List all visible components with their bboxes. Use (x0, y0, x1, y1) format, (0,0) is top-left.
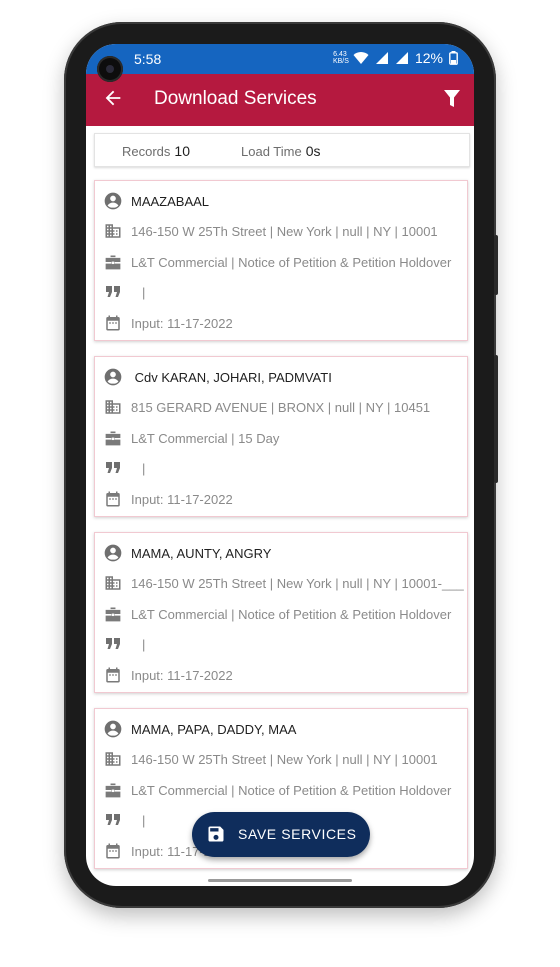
client-name: MAMA, PAPA, DADDY, MAA (131, 721, 297, 737)
building-icon (103, 221, 123, 241)
person-icon (103, 543, 123, 563)
briefcase-icon (103, 604, 123, 624)
input-date: Input: 11-17-2022 (131, 315, 233, 331)
card-name-row: Cdv KARAN, JOHARI, PADMVATI (95, 366, 467, 388)
volume-button (494, 235, 498, 295)
quote-icon (103, 634, 123, 654)
case-type: L&T Commercial | Notice of Petition & Pe… (131, 606, 452, 622)
phone-screen: 5:58 6.43 KB/S 12% Download Services Rec… (86, 44, 474, 886)
card-input-row: Input: 11-17-2022 (95, 312, 467, 334)
signal-icon-2 (395, 52, 408, 64)
card-case-row: L&T Commercial | Notice of Petition & Pe… (95, 603, 467, 625)
card-address-row: 146-150 W 25Th Street | New York | null … (95, 572, 467, 594)
case-type: L&T Commercial | Notice of Petition & Pe… (131, 782, 452, 798)
person-icon (103, 191, 123, 211)
building-icon (103, 573, 123, 593)
filter-icon[interactable] (444, 90, 460, 108)
case-type: L&T Commercial | Notice of Petition & Pe… (131, 254, 452, 270)
quote-icon (103, 458, 123, 478)
card-input-row: Input: 11-17-2022 (95, 664, 467, 686)
calendar-icon (103, 489, 123, 509)
service-card[interactable]: MAMA, AUNTY, ANGRY 146-150 W 25Th Street… (94, 532, 468, 693)
records-summary: Records 10 Load Time 0s (94, 133, 470, 167)
person-icon (103, 367, 123, 387)
case-type: L&T Commercial | 15 Day (131, 430, 280, 446)
client-name: MAAZABAAL (131, 193, 210, 209)
client-name: MAMA, AUNTY, ANGRY (131, 545, 272, 561)
note-text: | (142, 636, 146, 652)
note-text: | (142, 284, 146, 300)
briefcase-icon (103, 252, 123, 272)
wifi-icon (353, 52, 369, 64)
power-button (494, 355, 498, 483)
save-services-button[interactable]: SAVE SERVICES (192, 812, 370, 857)
card-case-row: L&T Commercial | Notice of Petition & Pe… (95, 779, 467, 801)
save-icon (208, 826, 224, 842)
card-note-row: | (95, 457, 467, 479)
front-camera (97, 56, 123, 82)
card-address-row: 146-150 W 25Th Street | New York | null … (95, 748, 467, 770)
service-address: 146-150 W 25Th Street | New York | null … (131, 575, 464, 591)
card-name-row: MAMA, AUNTY, ANGRY (95, 542, 467, 564)
card-address-row: 146-150 W 25Th Street | New York | null … (95, 220, 467, 242)
service-card[interactable]: Cdv KARAN, JOHARI, PADMVATI 815 GERARD A… (94, 356, 468, 517)
note-text: | (142, 460, 146, 476)
save-services-label: SAVE SERVICES (238, 826, 357, 842)
briefcase-icon (103, 780, 123, 800)
input-date: Input: 11-17-2022 (131, 491, 233, 507)
service-card[interactable]: MAAZABAAL 146-150 W 25Th Street | New Yo… (94, 180, 468, 341)
card-address-row: 815 GERARD AVENUE | BRONX | null | NY | … (95, 396, 467, 418)
briefcase-icon (103, 428, 123, 448)
status-bar: 5:58 6.43 KB/S 12% (86, 44, 474, 74)
service-address: 146-150 W 25Th Street | New York | null … (131, 751, 438, 767)
card-case-row: L&T Commercial | Notice of Petition & Pe… (95, 251, 467, 273)
note-text: | (142, 812, 146, 828)
card-note-row: | (95, 281, 467, 303)
battery-icon (449, 51, 458, 65)
card-name-row: MAMA, PAPA, DADDY, MAA (95, 718, 467, 740)
building-icon (103, 397, 123, 417)
status-icons: 6.43 KB/S 12% (333, 50, 458, 66)
records-count: Records 10 (122, 143, 190, 159)
quote-icon (103, 282, 123, 302)
service-address: 146-150 W 25Th Street | New York | null … (131, 223, 438, 239)
battery-percent: 12% (414, 50, 443, 66)
page-title: Download Services (154, 88, 317, 109)
input-date: Input: 11-17-2022 (131, 667, 233, 683)
app-bar: Download Services (86, 74, 474, 126)
status-time: 5:58 (134, 51, 162, 67)
card-name-row: MAAZABAAL (95, 190, 467, 212)
building-icon (103, 749, 123, 769)
home-indicator[interactable] (208, 879, 352, 882)
net-speed: 6.43 KB/S (332, 51, 349, 65)
calendar-icon (103, 665, 123, 685)
client-name: Cdv KARAN, JOHARI, PADMVATI (131, 369, 332, 385)
calendar-icon (103, 841, 123, 861)
card-case-row: L&T Commercial | 15 Day (95, 427, 467, 449)
person-icon (103, 719, 123, 739)
card-note-row: | (95, 633, 467, 655)
load-time: Load Time 0s (241, 143, 321, 159)
calendar-icon (103, 313, 123, 333)
service-address: 815 GERARD AVENUE | BRONX | null | NY | … (131, 399, 431, 415)
card-input-row: Input: 11-17-2022 (95, 488, 467, 510)
quote-icon (103, 810, 123, 830)
back-arrow-icon[interactable] (102, 87, 124, 109)
signal-icon (375, 52, 388, 64)
